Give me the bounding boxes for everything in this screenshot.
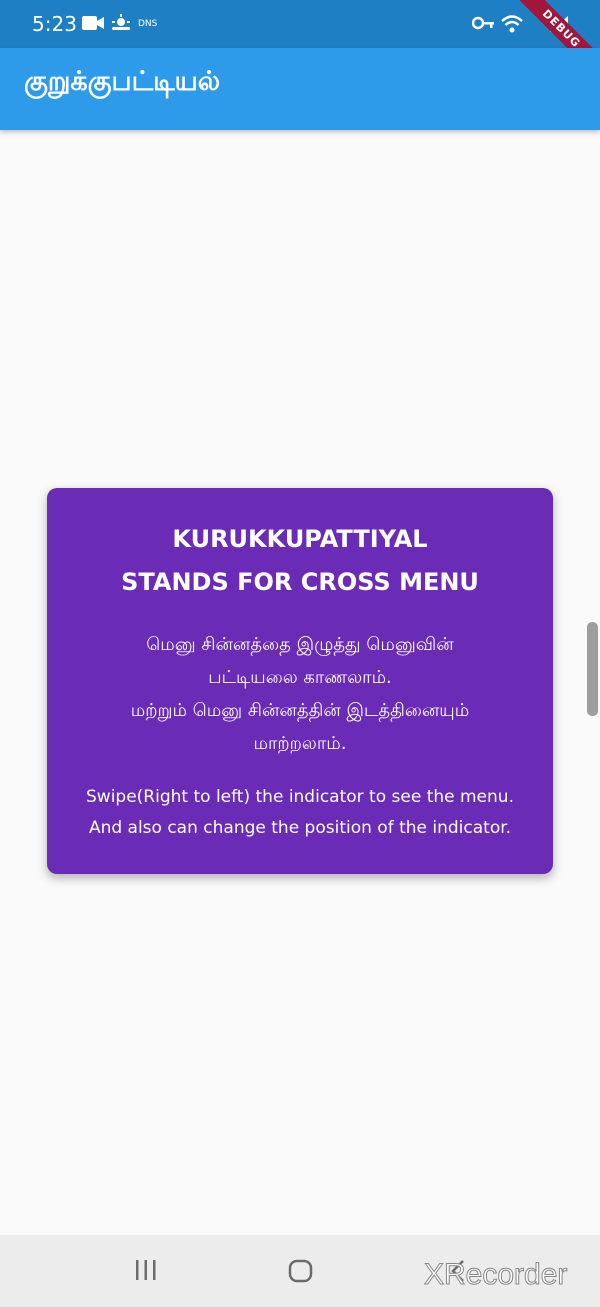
- app-bar: குறுக்குபட்டியல்: [0, 48, 600, 130]
- card-heading: KURUKKUPATTIYAL STANDS FOR CROSS MENU: [65, 518, 535, 604]
- card-tamil-text: மெனு சின்னத்தை இழுத்து மெனுவின் பட்டியலை…: [65, 628, 535, 760]
- tamil-line: மாற்றலாம்.: [253, 733, 347, 754]
- card-heading-line: KURUKKUPATTIYAL: [172, 525, 428, 553]
- recents-icon[interactable]: [134, 1259, 158, 1285]
- tamil-line: மற்றும் மெனு சின்னத்தின் இடத்தினையும்: [130, 700, 470, 721]
- info-card: KURUKKUPATTIYAL STANDS FOR CROSS MENU மெ…: [47, 488, 553, 874]
- dns-label: DNS: [138, 19, 158, 29]
- home-icon[interactable]: [288, 1259, 314, 1287]
- status-bar: 5:23 DNS DEBUG: [0, 0, 600, 89]
- tamil-line: பட்டியலை காணலாம்.: [208, 667, 392, 688]
- wifi-icon: [500, 14, 524, 38]
- tamil-line: மெனு சின்னத்தை இழுத்து மெனுவின்: [146, 634, 454, 655]
- nav-bar: XRecorder: [0, 1235, 600, 1307]
- status-time: 5:23: [32, 12, 77, 36]
- card-heading-line: STANDS FOR CROSS MENU: [121, 568, 479, 596]
- weather-icon: [110, 14, 132, 36]
- english-line: And also can change the position of the …: [88, 818, 512, 838]
- english-line: Swipe(Right to left) the indicator to se…: [86, 787, 514, 807]
- app-title: குறுக்குபட்டியல்: [24, 66, 221, 97]
- recorder-watermark: XRecorder: [423, 1258, 568, 1292]
- key-icon: [471, 14, 494, 36]
- menu-indicator-handle[interactable]: [587, 622, 598, 716]
- card-english-text: Swipe(Right to left) the indicator to se…: [65, 782, 535, 844]
- video-icon: [82, 14, 104, 36]
